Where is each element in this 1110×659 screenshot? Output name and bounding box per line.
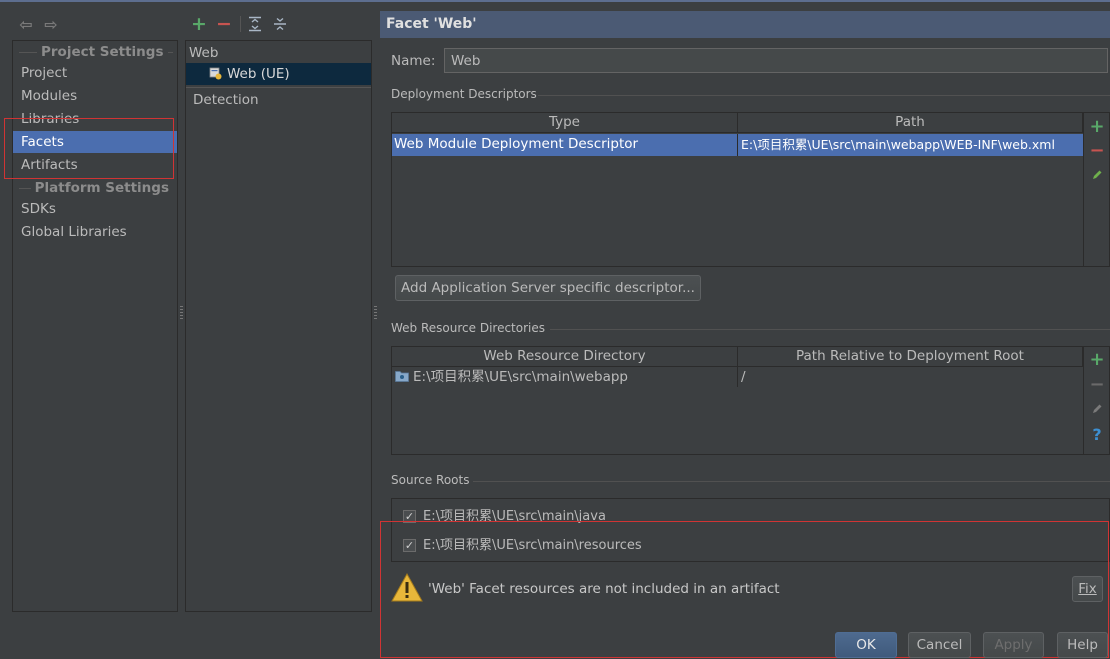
facet-tree-panel: Web Web (UE) Detection xyxy=(185,40,372,612)
splitter-handle-right[interactable] xyxy=(374,306,377,320)
warning-icon xyxy=(391,572,423,604)
facet-header-bar: Facet 'Web' xyxy=(380,11,1110,38)
add-icon[interactable]: + xyxy=(1085,347,1109,371)
tree-divider xyxy=(186,87,371,88)
warning-message: 'Web' Facet resources are not included i… xyxy=(428,581,780,597)
nav-item-libraries[interactable]: Libraries xyxy=(21,108,79,130)
help-icon[interactable]: ? xyxy=(1085,423,1109,445)
nav-item-artifacts[interactable]: Artifacts xyxy=(21,154,78,176)
resources-group-line xyxy=(550,329,1110,330)
cell-divider xyxy=(737,134,738,156)
source-root-checkbox[interactable]: ✓ xyxy=(403,539,416,552)
add-icon[interactable]: + xyxy=(191,13,207,35)
web-resource-table: Web Resource Directory Path Relative to … xyxy=(391,346,1110,455)
nav-item-sdks[interactable]: SDKs xyxy=(21,198,56,220)
arrow-left-icon[interactable]: ⇦ xyxy=(17,14,35,34)
project-settings-header: Project Settings xyxy=(19,43,173,61)
fix-button[interactable]: Fix xyxy=(1072,576,1103,602)
deployment-group-line xyxy=(538,95,1110,96)
cancel-button[interactable]: Cancel xyxy=(908,632,971,658)
expand-all-icon[interactable] xyxy=(247,14,263,34)
facet-name-input[interactable] xyxy=(444,48,1108,73)
ok-button[interactable]: OK xyxy=(835,632,897,658)
source-roots-group-line xyxy=(473,481,1110,482)
platform-settings-header: Platform Settings xyxy=(19,179,173,197)
nav-item-global-libraries[interactable]: Global Libraries xyxy=(21,221,127,243)
table-row[interactable]: Web Module Deployment Descriptor E:\项目积累… xyxy=(392,134,1083,156)
cell-relative-path: / xyxy=(741,369,746,385)
cell-type: Web Module Deployment Descriptor xyxy=(394,136,639,152)
web-resource-directories-title: Web Resource Directories xyxy=(391,321,545,335)
col-header-path[interactable]: Path xyxy=(738,113,1083,133)
tree-node-detection[interactable]: Detection xyxy=(193,90,259,110)
window-top-border xyxy=(0,0,1110,2)
table-toolbar-divider xyxy=(1083,347,1084,454)
folder-icon xyxy=(395,370,409,382)
toolbar-divider xyxy=(240,16,241,32)
source-root-label: E:\项目积累\UE\src\main\java xyxy=(423,509,606,524)
remove-icon[interactable]: − xyxy=(1085,139,1109,161)
edit-icon[interactable] xyxy=(1085,164,1109,186)
nav-item-project[interactable]: Project xyxy=(21,62,67,84)
col-header-relative-path[interactable]: Path Relative to Deployment Root xyxy=(738,347,1083,367)
deployment-descriptors-table: Type Path Web Module Deployment Descript… xyxy=(391,112,1110,267)
tree-node-web-ue[interactable]: Web (UE) xyxy=(186,63,371,85)
settings-nav-panel: Project Settings Project Modules Librari… xyxy=(12,40,178,612)
tree-node-web-ue-label: Web (UE) xyxy=(227,66,290,82)
source-roots-title: Source Roots xyxy=(391,473,470,487)
source-root-label: E:\项目积累\UE\src\main\resources xyxy=(423,538,642,553)
name-label: Name: xyxy=(391,53,436,69)
add-server-descriptor-button[interactable]: Add Application Server specific descript… xyxy=(395,275,701,301)
col-header-type[interactable]: Type xyxy=(392,113,738,133)
add-icon[interactable]: + xyxy=(1085,115,1109,137)
splitter-handle-left[interactable] xyxy=(180,306,183,320)
arrow-right-icon[interactable]: ⇨ xyxy=(42,14,60,34)
facet-title: Facet 'Web' xyxy=(386,16,477,32)
apply-button[interactable]: Apply xyxy=(983,632,1044,658)
help-button[interactable]: Help xyxy=(1057,632,1108,658)
col-header-resource-directory[interactable]: Web Resource Directory xyxy=(392,347,738,367)
table-toolbar-divider xyxy=(1083,113,1084,266)
table-row[interactable]: E:\项目积累\UE\src\main\webapp / xyxy=(392,367,1083,387)
nav-item-modules[interactable]: Modules xyxy=(21,85,77,107)
cell-resource-directory: E:\项目积累\UE\src\main\webapp xyxy=(413,369,628,385)
edit-icon[interactable] xyxy=(1085,398,1109,420)
remove-icon[interactable]: − xyxy=(216,13,232,35)
cell-path: E:\项目积累\UE\src\main\webapp\WEB-INF\web.x… xyxy=(741,137,1055,152)
tree-node-web[interactable]: Web xyxy=(189,43,218,63)
remove-icon[interactable]: − xyxy=(1085,373,1109,395)
cell-divider xyxy=(737,367,738,387)
nav-item-facets[interactable]: Facets xyxy=(13,131,177,153)
source-root-checkbox[interactable]: ✓ xyxy=(403,510,416,523)
web-facet-icon xyxy=(209,67,222,80)
collapse-all-icon[interactable] xyxy=(272,14,288,34)
deployment-descriptors-title: Deployment Descriptors xyxy=(391,87,537,101)
